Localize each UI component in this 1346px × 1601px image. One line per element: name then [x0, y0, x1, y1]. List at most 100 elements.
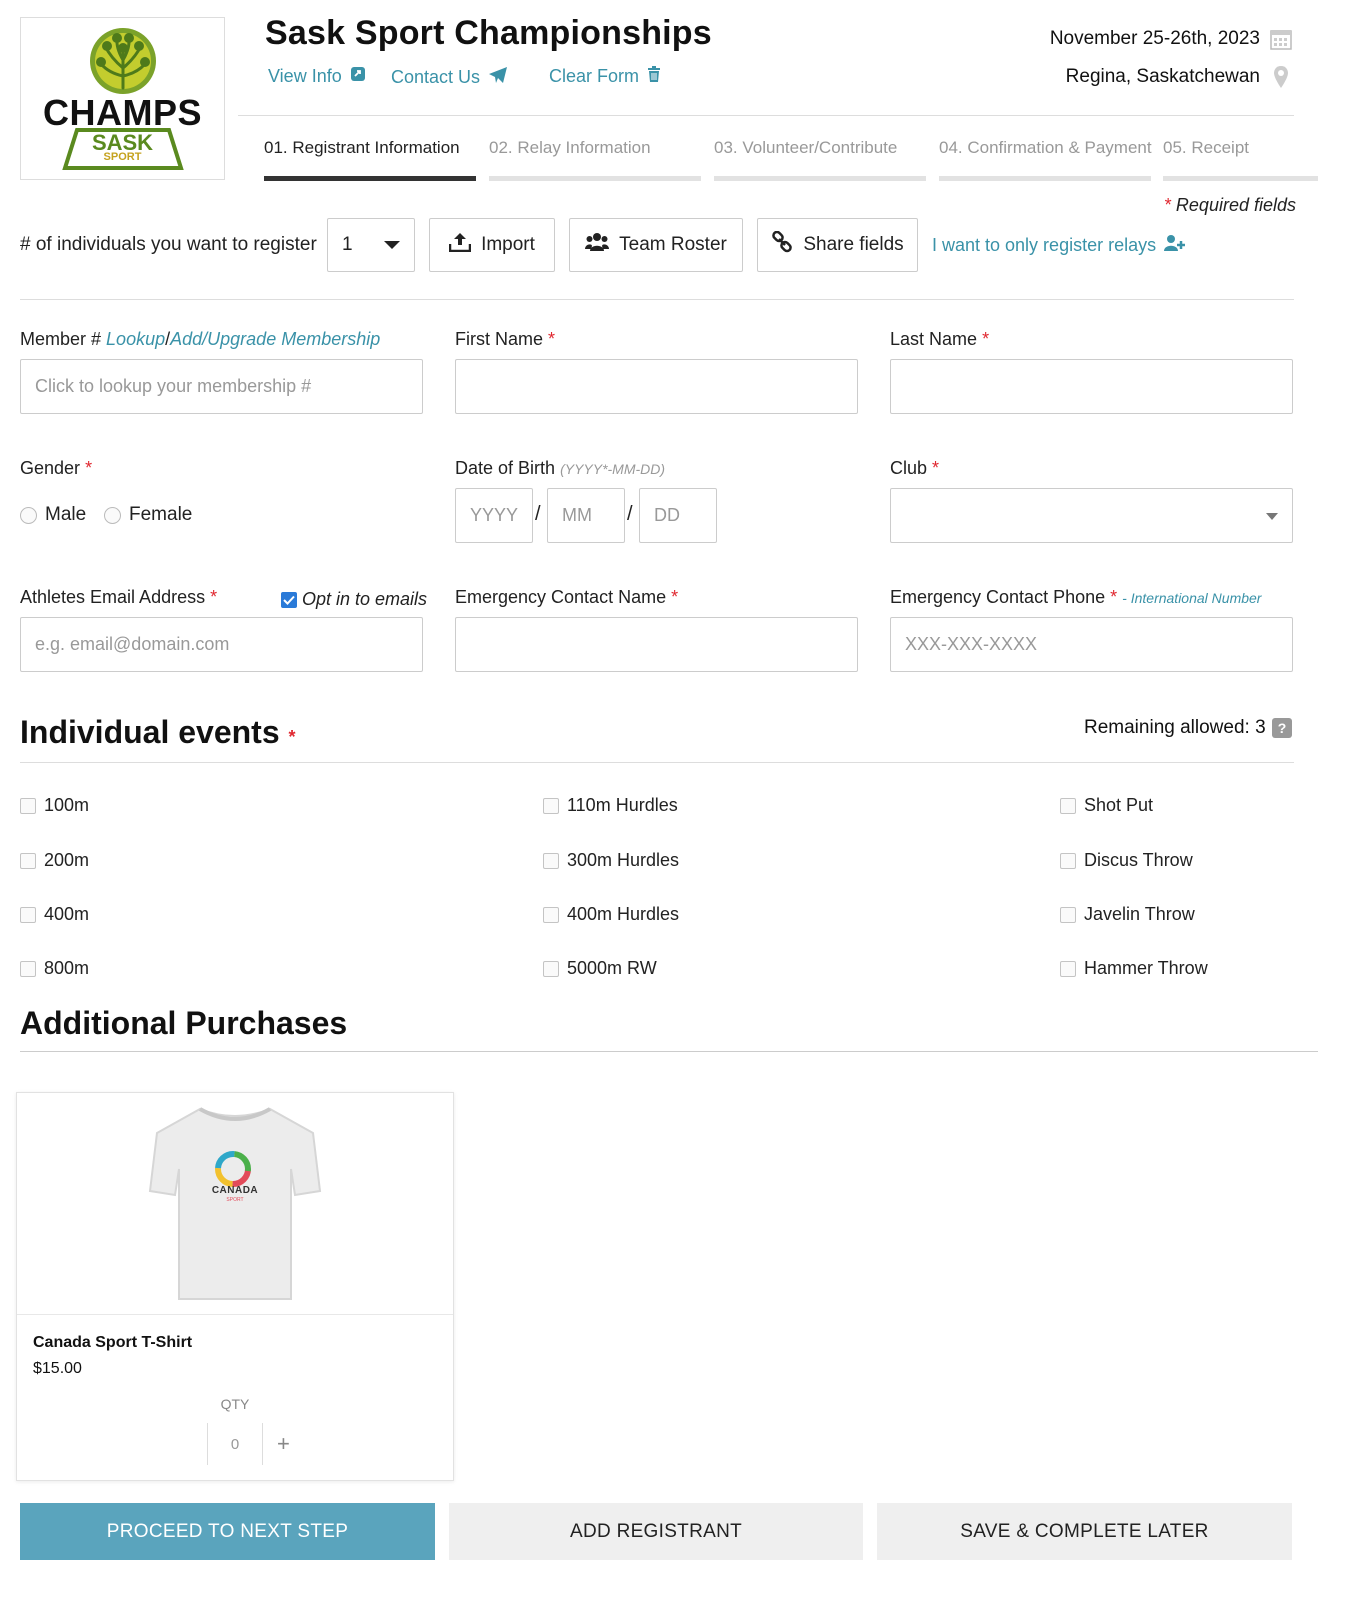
event-label: 800m [44, 958, 90, 978]
event-option[interactable]: 110m Hurdles [543, 795, 678, 816]
contact-us-link[interactable]: Contact Us [391, 66, 508, 89]
club-label: Club * [890, 458, 940, 478]
upload-icon [448, 232, 472, 258]
emergency-name-label: Emergency Contact Name * [455, 587, 679, 607]
email-field[interactable]: e.g. email@domain.com [20, 617, 423, 672]
gender-female-option[interactable]: Female [104, 504, 192, 526]
gender-male-option[interactable]: Male [20, 504, 86, 526]
opt-in-checkbox[interactable] [281, 591, 297, 608]
event-checkbox[interactable] [543, 797, 559, 814]
event-checkbox[interactable] [1060, 852, 1076, 869]
help-icon[interactable]: ? [1272, 718, 1292, 738]
event-option[interactable]: 200m [20, 850, 89, 871]
tab-relay-information[interactable]: 02. Relay Information [489, 138, 651, 158]
event-option[interactable]: 5000m RW [543, 958, 657, 979]
header-divider [238, 115, 1294, 116]
import-label: Import [481, 234, 535, 255]
emergency-phone-input[interactable]: XXX-XXX-XXXX [890, 617, 1293, 672]
dob-month-input[interactable]: MM [547, 488, 625, 543]
event-checkbox[interactable] [20, 906, 36, 923]
contact-us-label: Contact Us [391, 67, 481, 87]
dob-day-input[interactable]: DD [639, 488, 717, 543]
event-option[interactable]: 400m Hurdles [543, 904, 679, 925]
last-name-input[interactable] [890, 359, 1293, 414]
logo-text: CHAMPS [42, 92, 202, 133]
register-count-value: 1 [342, 234, 353, 255]
tab-volunteer-contribute[interactable]: 03. Volunteer/Contribute [714, 138, 897, 158]
dob-year-input[interactable]: YYYY [455, 488, 533, 543]
event-option[interactable]: 100m [20, 795, 89, 816]
step-bar-4 [939, 176, 1151, 181]
dob-hint: (YYYY*-MM-DD) [560, 461, 666, 477]
team-roster-button[interactable]: Team Roster [569, 218, 743, 272]
member-label-text: Member # [20, 329, 102, 349]
step-bar-2 [489, 176, 701, 181]
first-name-input[interactable] [455, 359, 858, 414]
individual-events-title-text: Individual events [20, 714, 280, 750]
dob-label-text: Date of Birth [455, 458, 556, 478]
quantity-stepper[interactable]: 0 [208, 1436, 262, 1453]
register-relays-link[interactable]: I want to only register relays [932, 234, 1186, 257]
save-complete-later-button[interactable]: SAVE & COMPLETE LATER [877, 1503, 1292, 1560]
import-button[interactable]: Import [429, 218, 555, 272]
event-checkbox[interactable] [20, 960, 36, 977]
register-count-label: # of individuals you want to register [20, 234, 317, 255]
emergency-name-label-text: Emergency Contact Name [455, 587, 667, 607]
event-option[interactable]: Discus Throw [1060, 850, 1193, 871]
share-fields-label: Share fields [803, 234, 904, 255]
additional-purchases-title: Additional Purchases [20, 1005, 348, 1041]
club-select[interactable] [890, 488, 1293, 543]
event-checkbox[interactable] [543, 960, 559, 977]
tab-registrant-information[interactable]: 01. Registrant Information [264, 138, 460, 158]
tab-receipt[interactable]: 05. Receipt [1163, 138, 1249, 158]
event-checkbox[interactable] [20, 852, 36, 869]
gender-label: Gender * [20, 458, 93, 478]
opt-in-label: Opt in to emails [302, 589, 428, 609]
product-image [17, 1093, 453, 1315]
emergency-name-input[interactable] [455, 617, 858, 672]
event-checkbox[interactable] [1060, 960, 1076, 977]
step-bar-5 [1163, 176, 1318, 181]
clear-form-label: Clear Form [549, 66, 640, 86]
event-checkbox[interactable] [1060, 797, 1076, 814]
share-fields-button[interactable]: Share fields [757, 218, 918, 272]
female-label: Female [129, 504, 193, 525]
calendar-icon [1270, 28, 1292, 55]
dob-label: Date of Birth (YYYY*-MM-DD) [455, 458, 665, 479]
event-option[interactable]: 300m Hurdles [543, 850, 679, 871]
last-name-label: Last Name * [890, 329, 990, 349]
event-checkbox[interactable] [543, 906, 559, 923]
international-number-link[interactable]: - International Number [1122, 590, 1261, 606]
users-icon [585, 232, 610, 258]
event-label: Shot Put [1084, 795, 1154, 815]
register-relays-label: I want to only register relays [932, 235, 1157, 255]
event-checkbox[interactable] [1060, 906, 1076, 923]
event-option[interactable]: Javelin Throw [1060, 904, 1195, 925]
event-option[interactable]: Shot Put [1060, 795, 1153, 816]
add-registrant-button[interactable]: ADD REGISTRANT [449, 1503, 863, 1560]
event-location: Regina, Saskatchewan [1065, 66, 1260, 87]
event-option[interactable]: Hammer Throw [1060, 958, 1208, 979]
view-info-link[interactable]: View Info [268, 66, 366, 87]
proceed-next-step-button[interactable]: PROCEED TO NEXT STEP [20, 1503, 435, 1560]
event-label: 400m [44, 904, 90, 924]
event-option[interactable]: 800m [20, 958, 89, 979]
lookup-link[interactable]: Lookup [106, 329, 165, 349]
event-checkbox[interactable] [20, 797, 36, 814]
qty-plus-button[interactable]: + [277, 1431, 290, 1457]
female-radio[interactable] [104, 506, 121, 524]
gender-label-text: Gender [20, 458, 81, 478]
add-upgrade-membership-link[interactable]: Add/Upgrade Membership [170, 329, 380, 349]
step-bar-1 [264, 176, 476, 181]
member-number-input[interactable]: Click to lookup your membership # [20, 359, 423, 414]
event-label: 400m Hurdles [567, 904, 680, 924]
tab-confirmation-payment[interactable]: 04. Confirmation & Payment [939, 138, 1152, 158]
clear-form-link[interactable]: Clear Form [549, 66, 661, 87]
event-option[interactable]: 400m [20, 904, 89, 925]
register-count-select[interactable]: 1 [327, 218, 415, 272]
event-label: 200m [44, 850, 90, 870]
opt-in-option[interactable]: Opt in to emails [281, 589, 427, 610]
product-card: CANADA SPORT Canada Sport T-Shirt $15.00… [16, 1092, 454, 1481]
male-radio[interactable] [20, 506, 37, 524]
event-checkbox[interactable] [543, 852, 559, 869]
